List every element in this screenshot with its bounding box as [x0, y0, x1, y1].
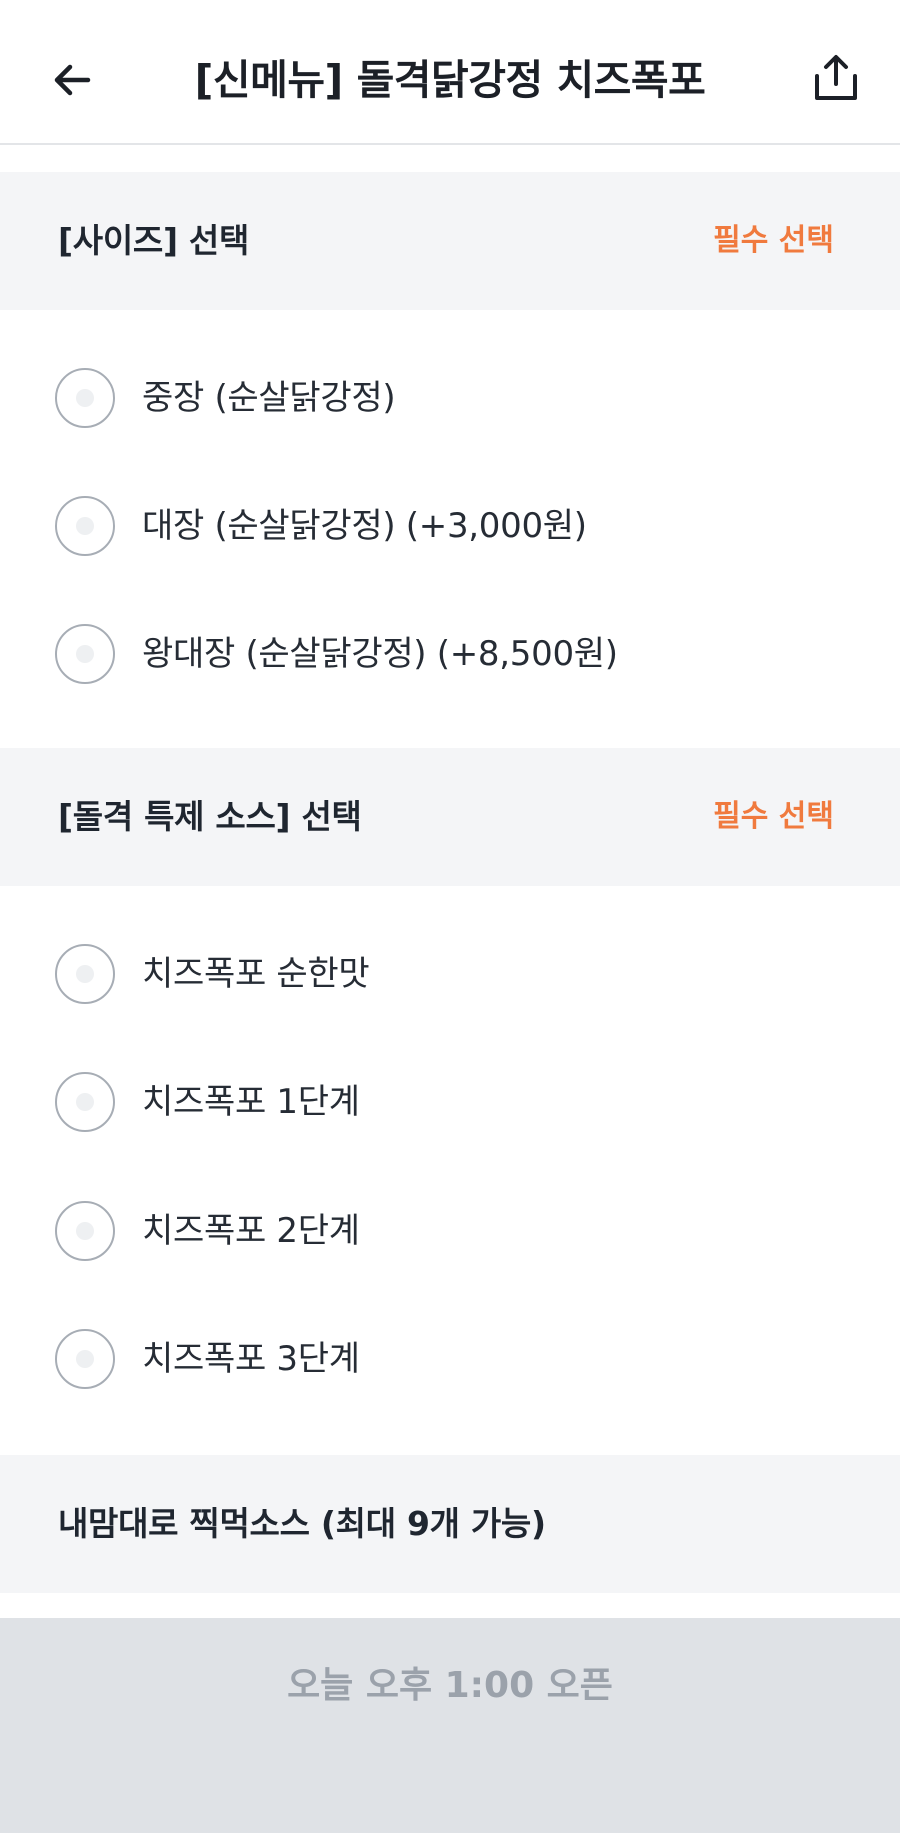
option-sauce-mild[interactable]: 치즈폭포 순한맛	[0, 910, 900, 1038]
radio-button[interactable]	[55, 1201, 115, 1261]
option-size-xlarge[interactable]: 왕대장 (순살닭강정) (+8,500원)	[0, 590, 900, 718]
option-label: 치즈폭포 3단계	[142, 1339, 360, 1379]
radio-button[interactable]	[55, 624, 115, 684]
option-label: 왕대장 (순살닭강정) (+8,500원)	[142, 634, 618, 674]
option-label: 중장 (순살닭강정)	[142, 378, 396, 418]
section-title: [돌격 특제 소스] 선택	[58, 797, 362, 836]
radio-button[interactable]	[55, 1072, 115, 1132]
section-header-size: [사이즈] 선택 필수 선택	[0, 172, 900, 310]
radio-button[interactable]	[55, 944, 115, 1004]
radio-button[interactable]	[55, 368, 115, 428]
app-header: [신메뉴] 돌격닭강정 치즈폭포	[0, 0, 900, 145]
section-header-sauce: [돌격 특제 소스] 선택 필수 선택	[0, 748, 900, 886]
radio-button[interactable]	[55, 1329, 115, 1389]
option-sauce-level-2[interactable]: 치즈폭포 2단계	[0, 1167, 900, 1295]
section-title: 내맘대로 찍먹소스 (최대 9개 가능)	[58, 1504, 546, 1543]
back-button[interactable]	[44, 52, 100, 108]
option-size-large[interactable]: 대장 (순살닭강정) (+3,000원)	[0, 462, 900, 590]
option-sauce-level-1[interactable]: 치즈폭포 1단계	[0, 1038, 900, 1166]
option-size-medium[interactable]: 중장 (순살닭강정)	[0, 334, 900, 462]
option-label: 대장 (순살닭강정) (+3,000원)	[142, 506, 587, 546]
arrow-left-icon	[54, 64, 91, 96]
order-button-disabled[interactable]: 오늘 오후 1:00 오픈	[0, 1618, 900, 1754]
bottom-bar: 오늘 오후 1:00 오픈	[0, 1618, 900, 1833]
option-label: 치즈폭포 순한맛	[142, 954, 370, 994]
option-label: 치즈폭포 2단계	[142, 1211, 360, 1251]
section-title: [사이즈] 선택	[58, 221, 250, 260]
share-icon	[815, 55, 857, 100]
required-badge: 필수 선택	[713, 223, 834, 258]
required-badge: 필수 선택	[713, 799, 834, 834]
radio-button[interactable]	[55, 496, 115, 556]
option-sauce-level-3[interactable]: 치즈폭포 3단계	[0, 1295, 900, 1423]
section-header-dipping-sauce: 내맘대로 찍먹소스 (최대 9개 가능)	[0, 1455, 900, 1593]
option-label: 치즈폭포 1단계	[142, 1082, 360, 1122]
page-title: [신메뉴] 돌격닭강정 치즈폭포	[194, 56, 706, 104]
share-button[interactable]	[806, 48, 866, 108]
